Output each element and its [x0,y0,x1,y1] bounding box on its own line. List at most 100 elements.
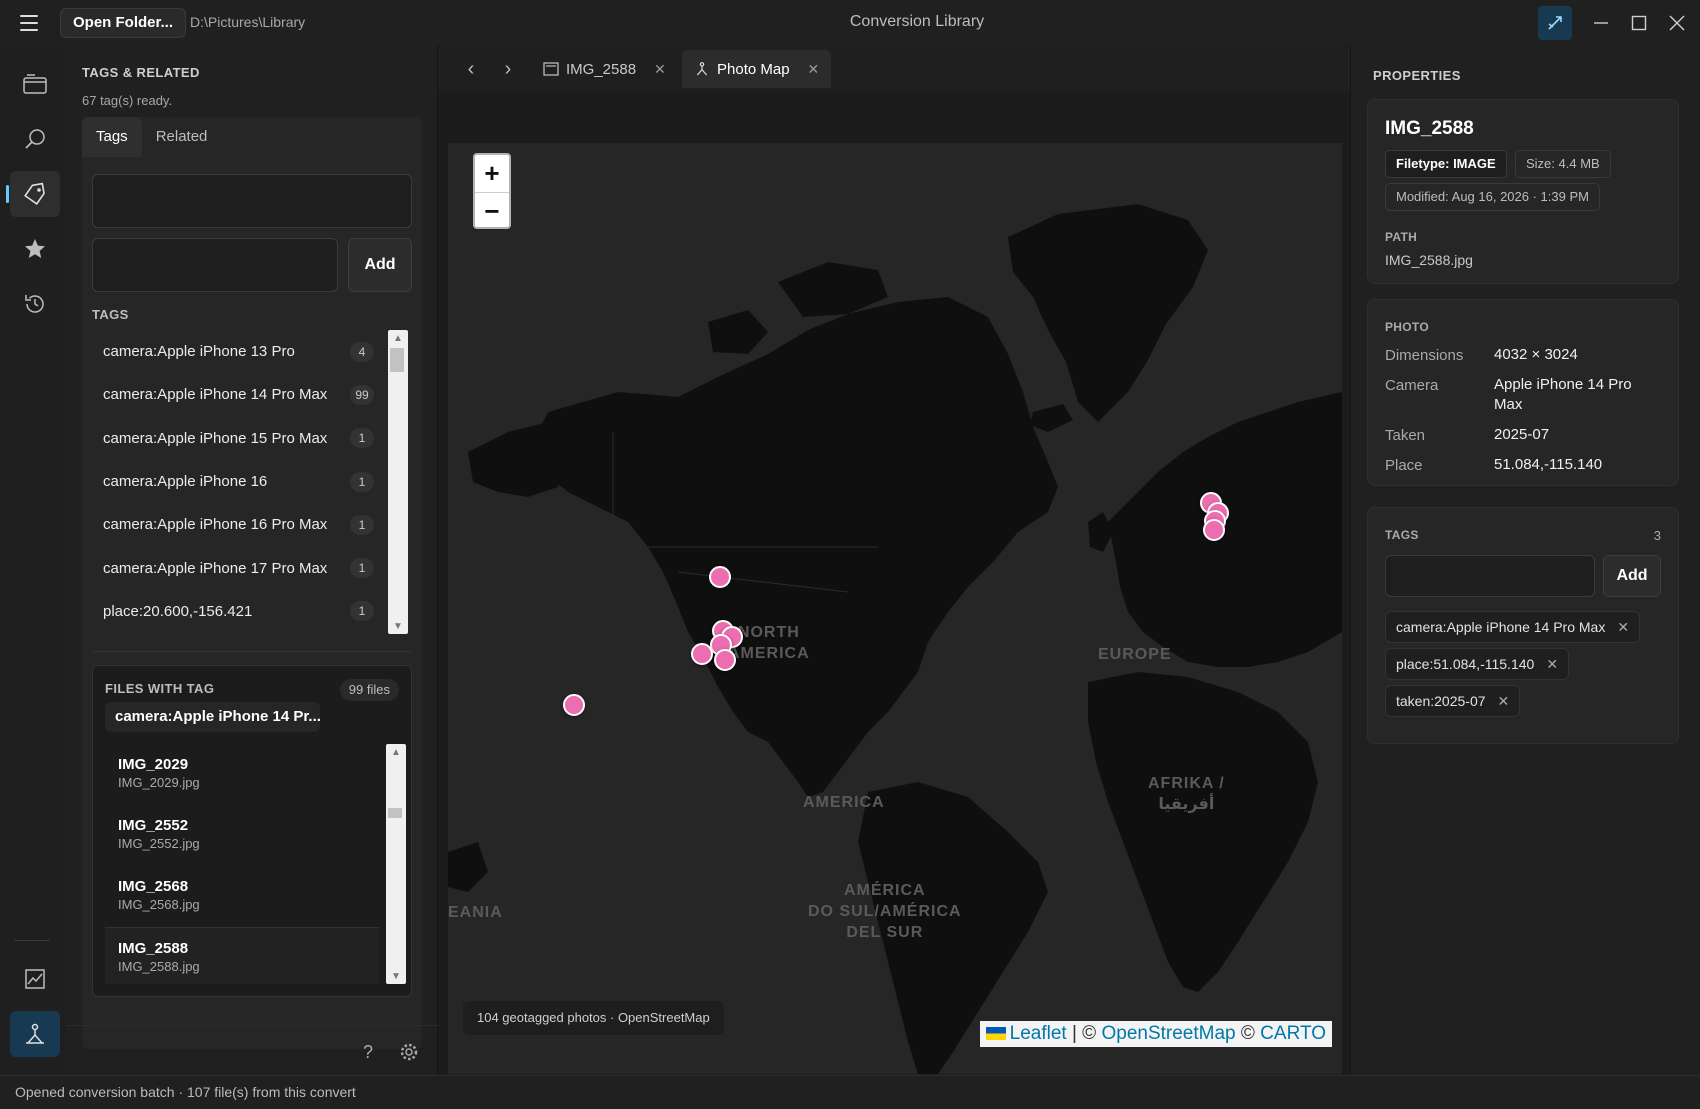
file-tag-input[interactable] [1385,555,1595,597]
openstreetmap-link[interactable]: OpenStreetMap [1101,1023,1235,1044]
tags-card: Tags Related Add TAGS camera:Apple iPhon… [82,117,422,1049]
tab-tags[interactable]: Tags [82,117,142,157]
back-icon[interactable]: ‹ [458,56,484,82]
zoom-control: + − [473,153,511,229]
tag-row[interactable]: camera:Apple iPhone 16 Pro Max 1 [92,503,382,546]
camera-key: Camera [1385,377,1439,394]
file-row[interactable]: IMG_2552 IMG_2552.jpg [105,805,379,866]
place-value: 51.084,-115.140 [1494,456,1603,473]
file-list-scrollbar[interactable]: ▲ ▼ [386,744,406,984]
file-title: IMG_2029 [118,756,189,773]
compare-icon[interactable] [1538,6,1572,40]
minimize-icon[interactable] [1584,6,1618,40]
tag-count-badge: 1 [350,558,374,579]
tag-row[interactable]: camera:Apple iPhone 15 Pro Max 1 [92,417,382,460]
file-row[interactable]: IMG_2029 IMG_2029.jpg [105,744,379,805]
photo-marker[interactable] [691,643,713,665]
menu-icon[interactable] [14,12,44,34]
map-label-central-america: AMERICA [803,794,885,811]
image-icon [543,62,559,76]
tab-photo-map[interactable]: Photo Map ✕ [682,50,832,88]
map-label-south-america: AMÉRICA DO SUL/AMÉRICA DEL SUR [808,882,962,941]
map-label-africa: AFRIKA / أفريقيا [1148,775,1225,813]
photo-marker[interactable] [1203,519,1225,541]
star-icon[interactable] [10,226,60,272]
help-icon[interactable]: ? [356,1040,380,1064]
remove-tag-icon[interactable]: ✕ [1498,693,1510,709]
file-title: IMG_2588 [118,940,189,957]
photo-marker[interactable] [563,694,585,716]
tag-list-scrollbar[interactable]: ▲ ▼ [388,330,408,634]
scroll-down-icon[interactable]: ▼ [386,968,406,984]
attribution-separator: | © [1066,1023,1102,1044]
photo-marker[interactable] [709,566,731,588]
tag-row[interactable]: place:20.600,-156.421 1 [92,590,382,630]
map-person-icon[interactable] [10,1011,60,1057]
file-tag-label: camera:Apple iPhone 14 Pro Max [1396,619,1606,635]
file-row[interactable]: IMG_2568 IMG_2568.jpg [105,866,379,927]
size-badge: Size: 4.4 MB [1515,150,1611,178]
tag-row[interactable]: camera:Apple iPhone 16 1 [92,460,382,503]
zoom-out-button[interactable]: − [475,192,509,227]
scroll-thumb[interactable] [388,808,402,818]
taken-key: Taken [1385,427,1426,444]
map-label-europe: EUROPE [1098,646,1172,663]
close-icon[interactable]: ✕ [808,61,820,78]
file-row[interactable]: IMG_2588 IMG_2588.jpg [105,927,379,984]
close-window-icon[interactable] [1660,6,1694,40]
tag-row[interactable]: camera:Apple iPhone 14 Pro Max 99 [92,373,382,416]
image-chart-icon[interactable] [10,956,60,1002]
files-with-tag-label: FILES WITH TAG [105,681,215,696]
camera-value: Apple iPhone 14 Pro Max [1494,376,1632,413]
tab-related[interactable]: Related [142,117,222,157]
tags-label: TAGS [1385,528,1419,542]
current-path: D:\Pictures\Library [190,14,306,30]
add-tag-button[interactable]: Add [348,238,412,292]
file-filename: IMG_2552.jpg [118,836,200,851]
search-icon[interactable] [10,116,60,162]
tag-icon[interactable] [6,171,60,217]
tag-name: camera:Apple iPhone 14 Pro Max [103,386,328,404]
maximize-icon[interactable] [1622,6,1656,40]
photo-map[interactable]: + − NORTH AMERICA EUROPE AFRIKA / أفريقي… [448,92,1342,1074]
tab-img-2588[interactable]: IMG_2588 ✕ [531,50,678,88]
leaflet-link[interactable]: Leaflet [1010,1023,1067,1044]
selected-tag-label: camera:Apple iPhone 14 Pr... [105,702,320,732]
scroll-down-icon[interactable]: ▼ [388,618,408,634]
scroll-up-icon[interactable]: ▲ [386,744,406,760]
scroll-up-icon[interactable]: ▲ [388,330,408,346]
tags-count: 3 [1653,528,1661,543]
map-label-oceania: EANIA [448,904,503,921]
file-tag-label: taken:2025-07 [1396,693,1486,709]
place-key: Place [1385,457,1423,474]
folder-icon[interactable] [10,61,60,107]
navigation-rail [0,45,66,1075]
tag-row[interactable]: camera:Apple iPhone 13 Pro 4 [92,330,382,373]
new-tag-input[interactable] [92,238,338,292]
tag-count-badge: 1 [350,514,374,535]
tag-name: camera:Apple iPhone 15 Pro Max [103,429,328,447]
tag-count-badge: 4 [350,341,374,362]
add-file-tag-button[interactable]: Add [1603,555,1661,597]
history-icon[interactable] [10,281,60,327]
dimensions-key: Dimensions [1385,347,1464,364]
remove-tag-icon[interactable]: ✕ [1617,619,1629,635]
photo-marker[interactable] [714,649,736,671]
open-folder-button[interactable]: Open Folder... [60,8,187,38]
tag-row[interactable]: camera:Apple iPhone 17 Pro Max 1 [92,546,382,589]
file-filename: IMG_2568.jpg [118,897,200,912]
main-area: ‹ › IMG_2588 ✕ Photo Map ✕ + − NORTH AME… [438,45,1350,1075]
scroll-thumb[interactable] [390,348,404,372]
tag-search-input[interactable] [92,174,412,228]
carto-link[interactable]: CARTO [1260,1023,1326,1044]
path-label: PATH [1385,230,1418,244]
zoom-in-button[interactable]: + [475,155,509,192]
file-tag-chip: place:51.084,-115.140 ✕ [1385,648,1570,680]
tag-count-badge: 99 [350,384,374,405]
gear-icon[interactable] [397,1040,421,1064]
file-tag-chip: camera:Apple iPhone 14 Pro Max ✕ [1385,611,1641,643]
close-icon[interactable]: ✕ [654,61,666,78]
rail-divider [14,940,50,941]
forward-icon[interactable]: › [495,56,521,82]
remove-tag-icon[interactable]: ✕ [1546,656,1558,672]
